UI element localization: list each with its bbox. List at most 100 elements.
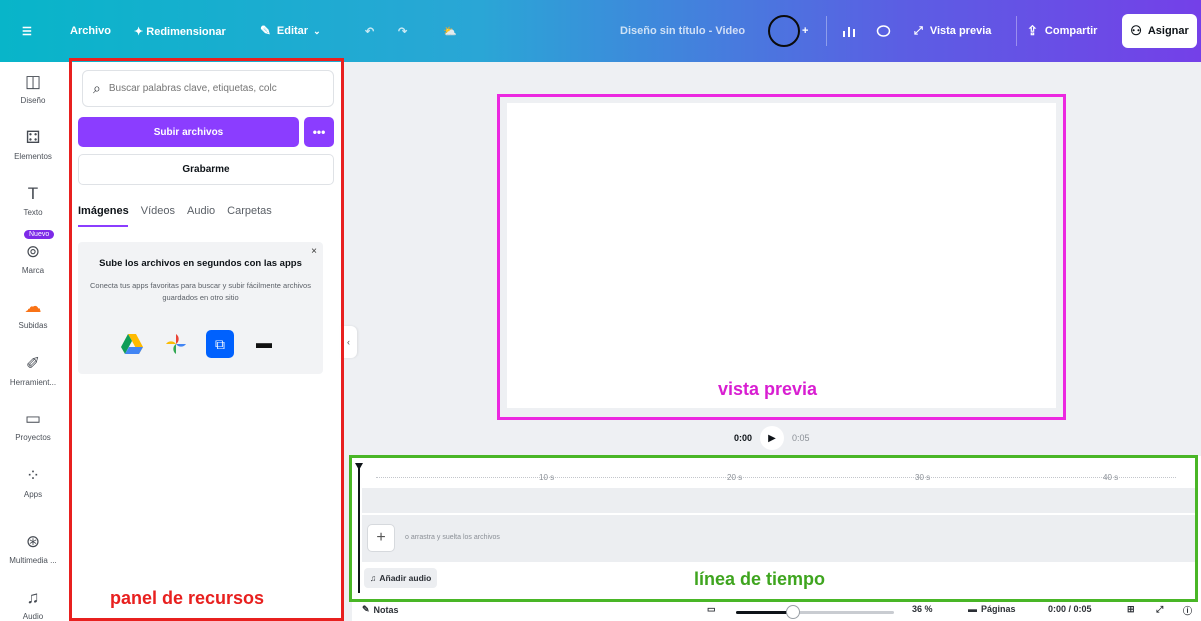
play-icon: ▶: [768, 432, 776, 444]
rail-label: Herramient...: [9, 378, 57, 387]
rail-item-subidas[interactable]: ☁ Subidas: [0, 297, 66, 330]
card-title: Sube los archivos en segundos con las ap…: [99, 258, 302, 269]
insights-icon[interactable]: [842, 0, 856, 62]
asignar-label: Asignar: [1147, 25, 1189, 37]
expand-icon: ⤢: [914, 24, 923, 37]
play-button[interactable]: ▶: [760, 426, 785, 450]
time-readout: 0:00 / 0:05: [1048, 604, 1092, 614]
layout-icon: ◫: [24, 72, 42, 91]
playhead[interactable]: [358, 463, 360, 593]
rail-label: Elementos: [14, 152, 52, 161]
zoom-slider-fill: [736, 611, 793, 614]
grabarme-button[interactable]: Grabarme: [78, 154, 334, 185]
assign-icon: ⚇: [1130, 23, 1142, 38]
tick-label: 10 s: [539, 473, 555, 482]
google-photos-icon[interactable]: [162, 330, 190, 358]
close-icon[interactable]: ×: [311, 246, 317, 257]
dropbox-icon[interactable]: ⧉: [206, 330, 234, 358]
help-icon[interactable]: ⓘ: [1183, 604, 1192, 617]
tab-carpetas[interactable]: Carpetas: [227, 205, 272, 217]
timeline-ruler: [376, 477, 1176, 478]
music-icon: ♫: [370, 573, 377, 583]
pages-icon: ▬: [968, 604, 977, 614]
tick-label: 20 s: [727, 473, 743, 482]
editar-label: Editar: [276, 25, 309, 37]
rail-label: Proyectos: [15, 433, 51, 442]
connect-apps-card: × Sube los archivos en segundos con las …: [78, 242, 323, 374]
upload-cloud-icon: ☁: [24, 297, 42, 316]
pages-label: Páginas: [981, 604, 1016, 614]
search-input[interactable]: [108, 83, 309, 94]
compartir-label: Compartir: [1044, 25, 1098, 37]
media-tabs: Imágenes Vídeos Audio Carpetas: [78, 205, 272, 217]
fullscreen-icon[interactable]: ⤢: [1156, 604, 1163, 615]
vista-previa-label: Vista previa: [929, 25, 992, 37]
rail-item-herramientas[interactable]: ✐ Herramient...: [0, 354, 66, 387]
plus-icon: +: [376, 529, 386, 546]
search-icon: ⌕: [93, 80, 101, 96]
asignar-button[interactable]: ⚇ Asignar: [1122, 14, 1197, 48]
new-badge: Nuevo: [24, 230, 55, 239]
rail-item-proyectos[interactable]: ▭ Proyectos: [0, 409, 66, 442]
video-track[interactable]: [362, 488, 1198, 513]
rail-label: Audio: [22, 612, 44, 621]
archivo-menu[interactable]: Archivo: [70, 0, 111, 62]
compartir-button[interactable]: ⇪ Compartir: [1027, 0, 1097, 62]
editar-menu[interactable]: ✎ Editar ⌄: [260, 0, 321, 62]
add-clip-button[interactable]: +: [367, 524, 395, 552]
text-icon: T: [27, 184, 39, 203]
tick-label: 40 s: [1103, 473, 1119, 482]
rail-item-multimedia[interactable]: ⊛ Multimedia ...: [0, 532, 66, 565]
notes-button[interactable]: ✎ Notas: [362, 604, 399, 615]
preview-highlight-frame: [497, 94, 1066, 420]
collapse-panel-button[interactable]: ‹: [340, 326, 357, 358]
plus-icon[interactable]: +: [802, 0, 808, 62]
media-icon: ⊛: [25, 532, 41, 551]
tools-icon: ✐: [25, 354, 41, 373]
tab-imagenes[interactable]: Imágenes: [78, 205, 129, 217]
notes-icon: ✎: [362, 604, 370, 614]
grid-view-icon[interactable]: ⊞: [1127, 604, 1135, 615]
rail-item-marca[interactable]: ⊚ Marca: [0, 242, 66, 275]
rail-item-diseno[interactable]: ◫ Diseño: [0, 72, 66, 105]
app-icon[interactable]: ▬: [250, 330, 278, 358]
timeline-annotation: línea de tiempo: [694, 569, 826, 589]
rail-item-audio[interactable]: ♫ Audio: [0, 588, 66, 621]
pages-button[interactable]: ▬ Páginas: [968, 604, 1016, 614]
redimensionar-button[interactable]: ✦ Redimensionar: [134, 0, 226, 62]
bar-chart-icon: [843, 27, 855, 37]
rail-item-apps[interactable]: ⁘ Apps: [0, 466, 66, 499]
tab-videos[interactable]: Vídeos: [141, 205, 175, 217]
more-options-button[interactable]: •••: [304, 117, 334, 147]
rail-item-elementos[interactable]: ⚃ Elementos: [0, 128, 66, 161]
tab-audio[interactable]: Audio: [187, 205, 215, 217]
cloud-save-icon[interactable]: ⛅: [443, 0, 457, 62]
chevron-down-icon: ⌄: [313, 25, 321, 36]
music-icon: ♫: [26, 588, 40, 607]
rail-item-texto[interactable]: T Texto: [0, 184, 66, 217]
rail-label: Texto: [23, 208, 43, 217]
vista-previa-button[interactable]: ⤢ Vista previa: [914, 0, 991, 62]
rail-label: Diseño: [20, 96, 46, 105]
panel-annotation: panel de recursos: [110, 588, 265, 608]
zoom-level[interactable]: 36 %: [912, 604, 933, 614]
undo-icon[interactable]: ↶: [365, 0, 374, 62]
drop-hint: o arrastra y suelta los archivos: [405, 534, 500, 541]
current-time: 0:00: [734, 433, 753, 443]
subir-archivos-button[interactable]: Subir archivos: [78, 117, 299, 147]
left-rail: ◫ Diseño ⚃ Elementos T Texto ⊚ Marca Nue…: [0, 62, 66, 621]
top-bar: ☰ Archivo ✦ Redimensionar ✎ Editar ⌄ ↶ ↷…: [0, 0, 1201, 62]
zoom-slider-thumb[interactable]: [785, 605, 800, 619]
comment-icon[interactable]: [876, 0, 891, 62]
menu-icon[interactable]: ☰: [22, 0, 32, 62]
redo-icon[interactable]: ↷: [398, 0, 407, 62]
rail-label: Marca: [21, 266, 45, 275]
page-view-icon[interactable]: ▭: [707, 604, 716, 615]
brand-icon: ⊚: [25, 242, 41, 261]
rail-label: Multimedia ...: [9, 556, 57, 565]
shapes-icon: ⚃: [25, 128, 41, 147]
search-box[interactable]: ⌕: [82, 70, 334, 107]
add-audio-button[interactable]: ♫ Añadir audio: [364, 568, 438, 588]
design-title[interactable]: Diseño sin título - Video: [620, 0, 745, 62]
google-drive-icon[interactable]: [118, 330, 146, 358]
